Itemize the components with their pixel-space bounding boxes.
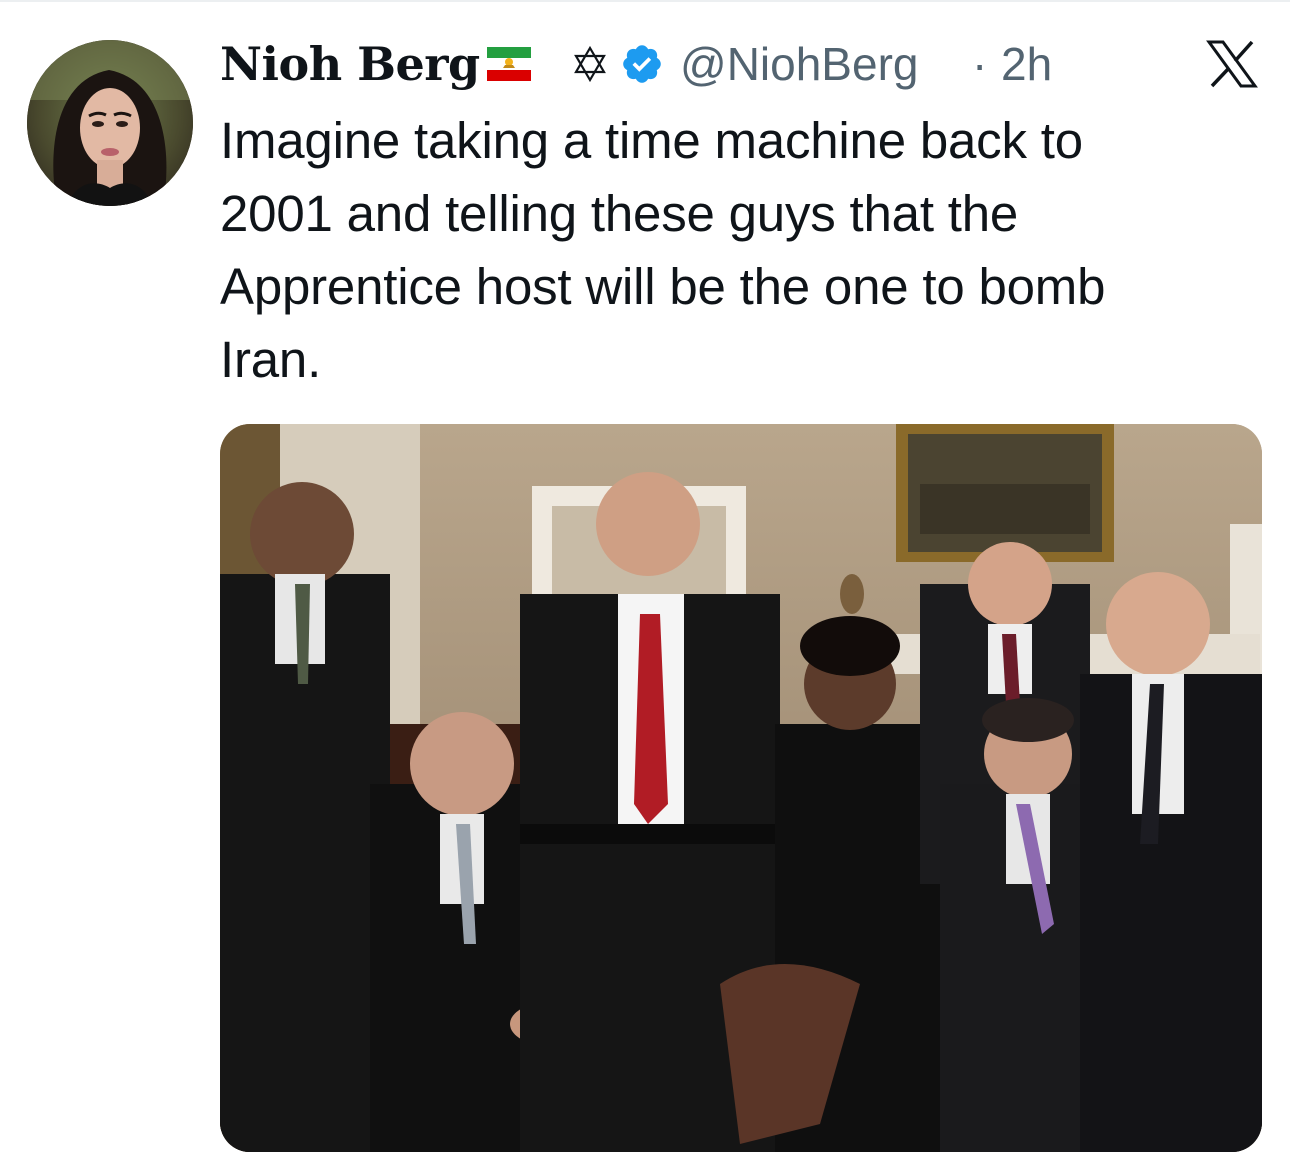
iran-lion-and-sun-flag-icon — [487, 47, 531, 81]
tweet-header: Nioh Berg @NiohBerg · 2h — [220, 32, 1280, 96]
tweet-text-line: Apprentice host will be the one to bomb — [220, 258, 1106, 315]
tweet-media[interactable] — [220, 424, 1262, 1152]
author-avatar[interactable] — [27, 40, 193, 206]
tweet-text-line: Imagine taking a time machine back to — [220, 112, 1083, 169]
author-handle[interactable]: @NiohBerg — [680, 32, 918, 96]
tweet-text-line: Iran. — [220, 331, 322, 388]
tweet-timestamp[interactable]: 2h — [1001, 32, 1052, 96]
star-of-david-icon — [574, 45, 606, 83]
tweet-card[interactable]: Nioh Berg @NiohBerg · 2h Imagine taking … — [0, 0, 1290, 1170]
tweet-text: Imagine taking a time machine back to 20… — [220, 104, 1260, 396]
x-logo-icon[interactable] — [1206, 40, 1258, 88]
group-photo-image — [220, 424, 1262, 1152]
verified-badge-icon[interactable] — [620, 42, 664, 86]
separator-dot: · — [972, 38, 988, 90]
author-display-name[interactable]: Nioh Berg — [220, 32, 480, 96]
tweet-text-line: 2001 and telling these guys that the — [220, 185, 1019, 242]
profile-avatar — [27, 40, 193, 206]
